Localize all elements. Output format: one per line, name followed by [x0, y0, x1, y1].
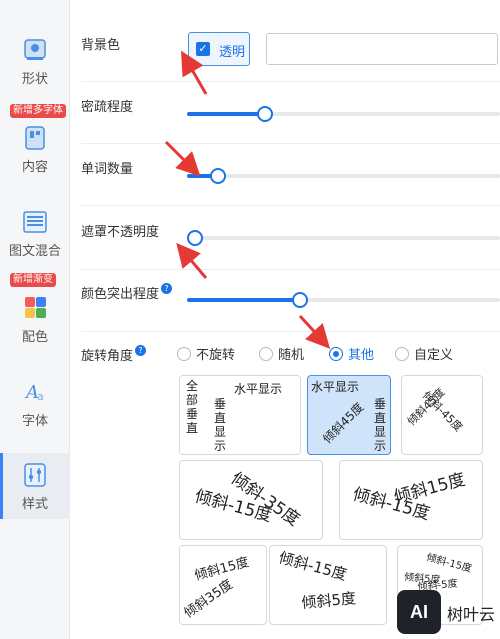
annotation-arrows: [164, 50, 331, 349]
watermark-text: 树叶云: [447, 605, 496, 624]
watermark: AI 树叶云: [397, 590, 500, 634]
arrow-icon: [176, 242, 208, 279]
watermark-logo: AI: [397, 590, 441, 634]
arrow-icon: [164, 140, 201, 177]
arrow-icon: [298, 314, 331, 349]
arrow-icon: [181, 50, 208, 95]
